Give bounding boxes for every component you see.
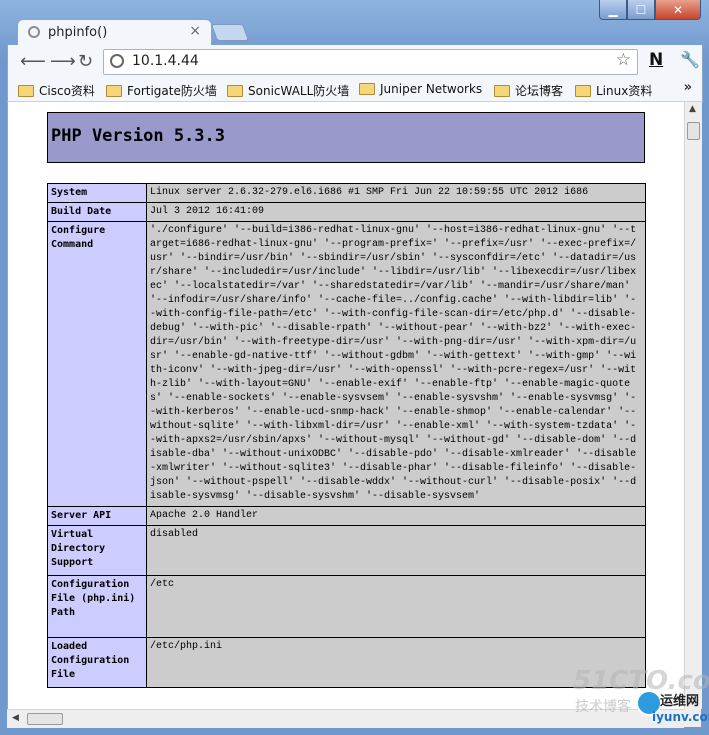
phpinfo-table: System Linux server 2.6.32-279.el6.i686 … <box>47 183 646 688</box>
row-label: Configure Command <box>47 221 147 507</box>
folder-icon <box>106 84 122 97</box>
page-favicon-icon <box>28 26 40 38</box>
table-row: System Linux server 2.6.32-279.el6.i686 … <box>47 183 646 203</box>
row-value: Linux server 2.6.32-279.el6.i686 #1 SMP … <box>146 183 646 203</box>
scroll-left-arrow-icon[interactable]: ◀ <box>12 713 19 723</box>
folder-icon <box>575 84 591 97</box>
row-value: Jul 3 2012 16:41:09 <box>146 202 646 222</box>
bookmarks-more-icon[interactable]: » <box>684 80 692 95</box>
table-row: Virtual Directory Support disabled <box>47 525 646 576</box>
forward-arrow-icon[interactable]: ⟶ <box>50 51 76 72</box>
folder-icon <box>359 83 375 95</box>
table-row: Configuration File (php.ini) Path /etc <box>47 575 646 638</box>
bookmark-folder[interactable]: Juniper Networks <box>359 82 482 96</box>
watermark-subtext: 技术博客 <box>575 699 631 715</box>
maximize-button[interactable]: ☐ <box>627 0 655 20</box>
tab-close-icon[interactable]: × <box>189 23 201 39</box>
page-title: PHP Version 5.3.3 <box>51 126 225 146</box>
bookmark-folder[interactable]: SonicWALL防火墙 <box>227 82 349 99</box>
row-label: Server API <box>47 506 147 526</box>
bookmark-folder[interactable]: 论坛博客 <box>494 82 563 99</box>
row-label: Loaded Configuration File <box>47 637 147 688</box>
row-label: System <box>47 183 147 203</box>
bookmark-star-icon[interactable]: ☆ <box>616 50 631 70</box>
row-label: Configuration File (php.ini) Path <box>47 575 147 638</box>
folder-icon <box>18 84 34 97</box>
row-value: /etc/php.ini <box>146 637 646 688</box>
bookmark-folder[interactable]: Cisco资料 <box>18 82 95 99</box>
table-row: Build Date Jul 3 2012 16:41:09 <box>47 202 646 222</box>
logo-domain: iyunv.com <box>652 710 709 724</box>
vertical-scrollbar[interactable]: ▲ <box>684 102 702 709</box>
row-label: Virtual Directory Support <box>47 525 147 576</box>
bookmark-folder[interactable]: Fortigate防火墙 <box>106 82 217 99</box>
reload-icon[interactable]: ↻ <box>78 51 93 72</box>
page-viewport: PHP Version 5.3.3 System Linux server 2.… <box>7 102 685 709</box>
window-controls: ▁ ☐ ✕ <box>599 0 701 20</box>
browser-toolbar: ⟵ ⟶ ↻ 10.1.4.44 ☆ N 🔧 <box>7 45 703 79</box>
folder-icon <box>494 84 510 97</box>
page-icon <box>110 54 124 68</box>
folder-icon <box>227 84 243 97</box>
address-bar[interactable]: 10.1.4.44 ☆ <box>103 49 638 75</box>
url-text[interactable]: 10.1.4.44 <box>132 53 199 69</box>
scroll-up-arrow-icon[interactable]: ▲ <box>689 104 696 114</box>
row-value: './configure' '--build=i386-redhat-linux… <box>146 221 646 507</box>
table-row: Configure Command './configure' '--build… <box>47 221 646 507</box>
new-tab-button[interactable] <box>210 24 250 41</box>
site-logo: 运维网 iyunv.com <box>636 690 709 728</box>
back-arrow-icon[interactable]: ⟵ <box>20 51 46 72</box>
bookmarks-bar: Cisco资料 Fortigate防火墙 SonicWALL防火墙 Junipe… <box>7 79 703 102</box>
wrench-menu-icon[interactable]: 🔧 <box>680 50 700 69</box>
row-label: Build Date <box>47 202 147 222</box>
close-window-button[interactable]: ✕ <box>655 0 701 20</box>
vertical-scroll-thumb[interactable] <box>687 122 700 140</box>
minimize-button[interactable]: ▁ <box>599 0 627 20</box>
row-value: Apache 2.0 Handler <box>146 506 646 526</box>
tab-phpinfo[interactable]: phpinfo() × <box>17 19 212 46</box>
row-value: /etc <box>146 575 646 638</box>
logo-text: 运维网 <box>660 694 700 709</box>
table-row: Loaded Configuration File /etc/php.ini <box>47 637 646 688</box>
php-version-header: PHP Version 5.3.3 <box>47 112 645 163</box>
tab-title: phpinfo() <box>48 25 108 40</box>
horizontal-scroll-thumb[interactable] <box>27 713 63 725</box>
extension-n-icon[interactable]: N <box>649 50 663 70</box>
browser-window: ▁ ☐ ✕ phpinfo() × ⟵ ⟶ ↻ 10.1.4.44 ☆ N 🔧 … <box>0 0 709 735</box>
row-value: disabled <box>146 525 646 576</box>
table-row: Server API Apache 2.0 Handler <box>47 506 646 526</box>
bookmark-folder[interactable]: Linux资料 <box>575 82 652 99</box>
